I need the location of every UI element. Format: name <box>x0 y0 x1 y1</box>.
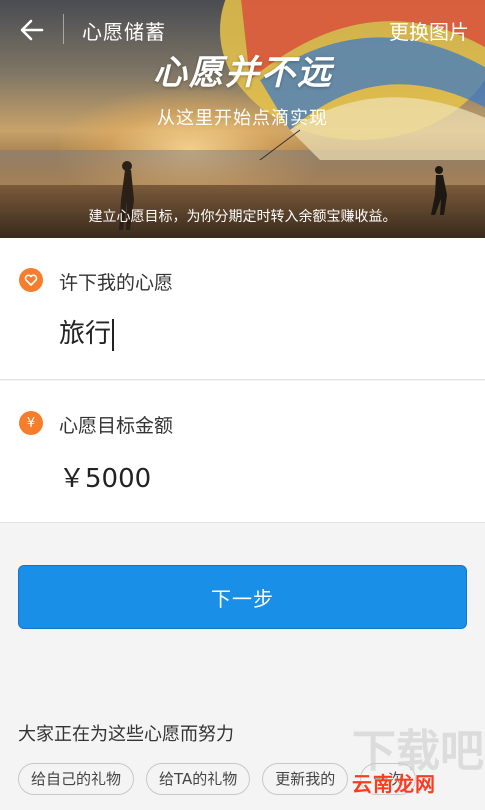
wish-label: 许下我的心愿 <box>59 272 174 294</box>
page-title: 心愿储蓄 <box>82 20 166 44</box>
yen-icon: ¥ <box>19 411 43 435</box>
hero-subtitle: 从这里开始点滴实现 <box>157 108 328 129</box>
suggestion-chip[interactable]: 给TA的礼物 <box>146 763 251 795</box>
change-image-button[interactable]: 更换图片 <box>389 16 469 45</box>
hero-slogan: 心愿并不远 <box>153 53 333 93</box>
suggestions-title: 大家正在为这些心愿而努力 <box>18 724 234 745</box>
amount-input[interactable]: ￥5000 <box>59 458 151 495</box>
back-button[interactable] <box>12 10 52 50</box>
next-button[interactable]: 下一步 <box>18 565 467 629</box>
text-cursor <box>112 318 115 351</box>
back-arrow-icon <box>20 19 44 41</box>
wish-card: 许下我的心愿 旅行 <box>0 238 485 380</box>
amount-label: 心愿目标金额 <box>59 415 174 437</box>
wish-value: 旅行 <box>59 319 112 349</box>
wish-input[interactable]: 旅行 <box>59 313 115 351</box>
heart-icon <box>19 268 43 292</box>
suggestion-chip[interactable]: 给自己的礼物 <box>18 763 135 795</box>
suggestion-chip[interactable]: 更新我的 <box>262 763 349 795</box>
watermark-text: 云南龙网 <box>352 772 436 796</box>
hero-note: 建立心愿目标，为你分期定时转入余额宝赚收益。 <box>88 209 397 225</box>
amount-card: ¥ 心愿目标金额 ￥5000 <box>0 381 485 523</box>
header-divider <box>63 14 64 44</box>
